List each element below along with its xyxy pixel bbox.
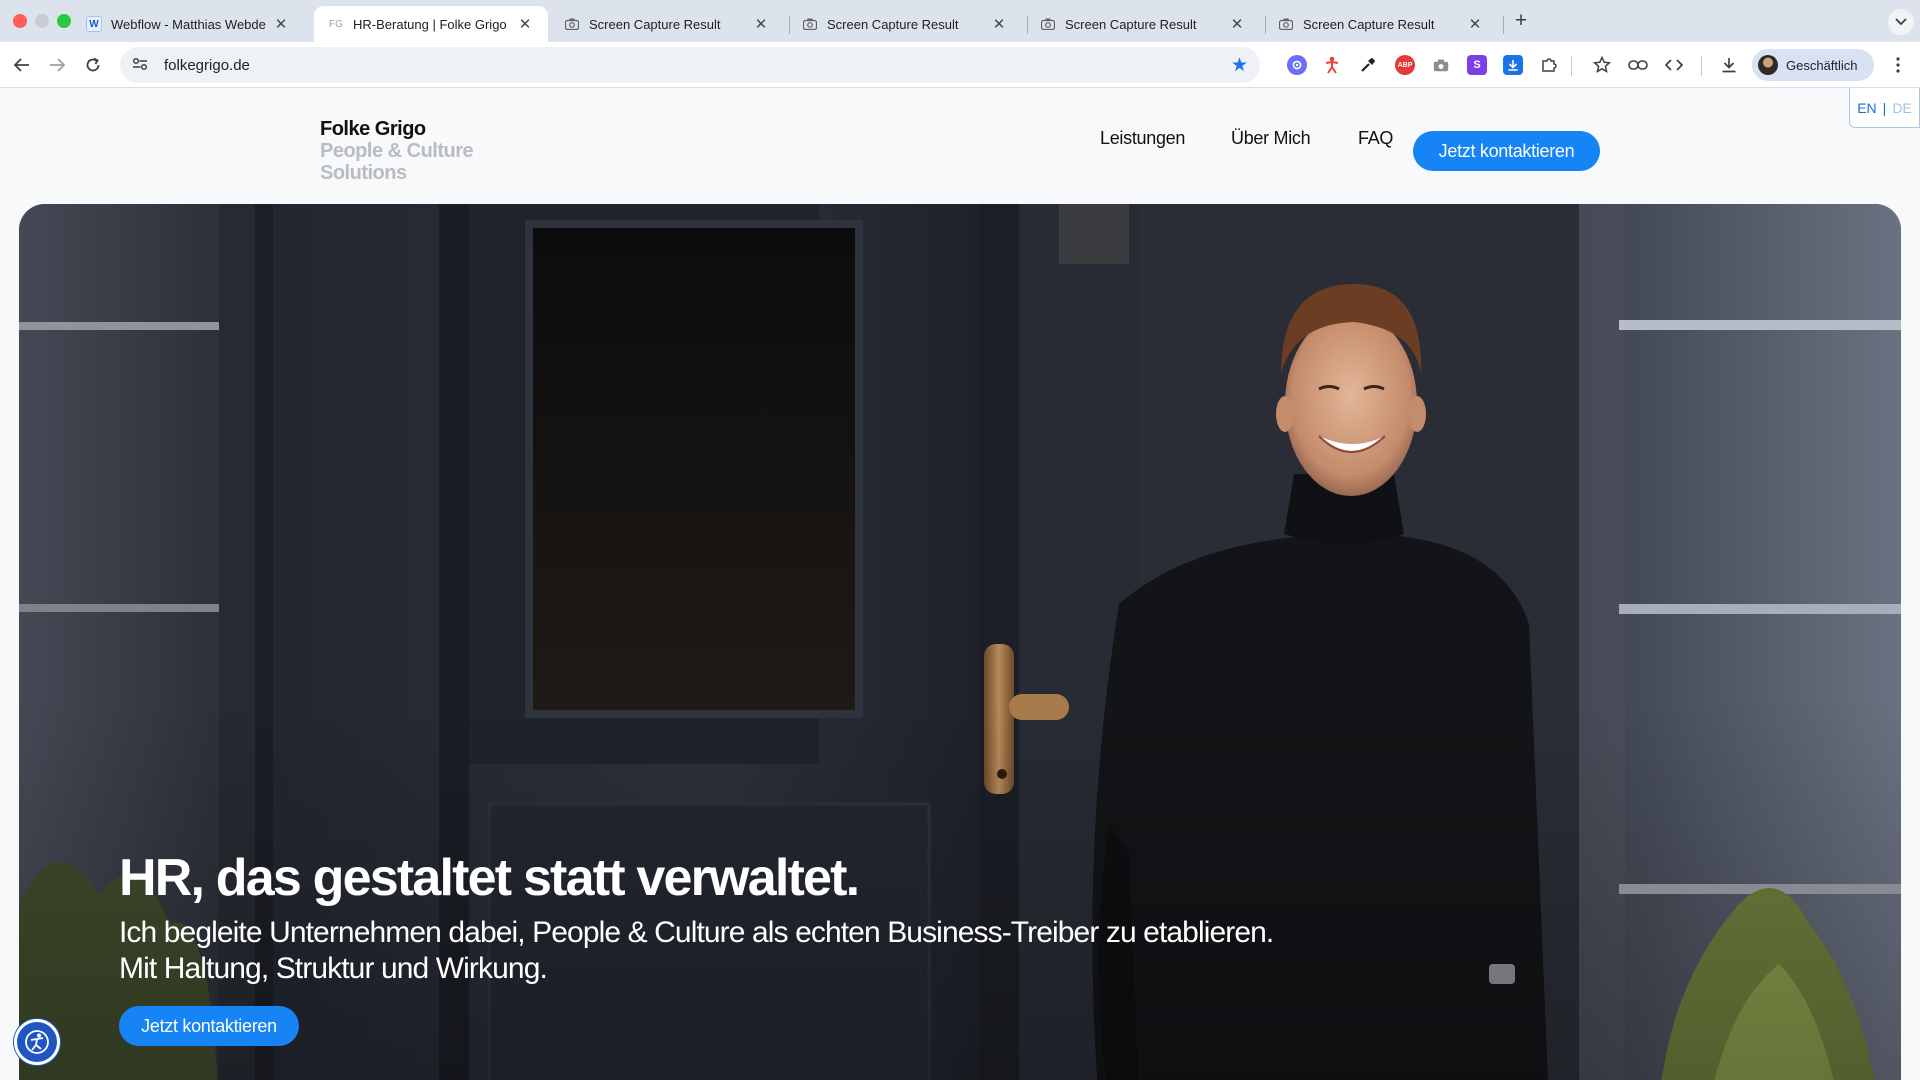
camera-icon <box>564 16 580 32</box>
code-icon[interactable] <box>1662 53 1686 77</box>
reload-icon <box>86 57 100 72</box>
nav-link-ueber-mich[interactable]: Über Mich <box>1231 128 1311 149</box>
close-icon[interactable]: ✕ <box>272 15 290 33</box>
tab-search-button[interactable] <box>1888 9 1914 35</box>
close-icon[interactable]: ✕ <box>752 15 770 33</box>
logo-line-tagline: People & Culture <box>320 140 474 162</box>
accessibility-button[interactable] <box>14 1019 60 1065</box>
reload-button[interactable] <box>78 50 108 80</box>
close-icon[interactable]: ✕ <box>1228 15 1246 33</box>
more-vertical-icon <box>1896 57 1900 73</box>
bookmark-star-icon[interactable]: ★ <box>1231 54 1248 77</box>
tab-title: Webflow - Matthias Webdesign <box>111 16 266 32</box>
url-text: folkegrigo.de <box>164 56 250 74</box>
profile-name: Geschäftlich <box>1786 57 1858 73</box>
site-settings-icon[interactable] <box>132 57 152 74</box>
toolbar-divider <box>1571 56 1572 76</box>
close-icon[interactable]: ✕ <box>1466 15 1484 33</box>
arrow-right-icon <box>50 58 65 72</box>
close-icon[interactable]: ✕ <box>516 15 534 33</box>
language-switcher: EN | DE <box>1849 88 1920 128</box>
chevron-down-icon <box>1895 18 1907 26</box>
language-en-link[interactable]: EN <box>1857 100 1876 116</box>
tab-screen-capture-1[interactable]: Screen Capture Result ✕ <box>550 6 784 42</box>
hero-contact-button[interactable]: Jetzt kontaktieren <box>119 1006 299 1046</box>
logo-line-tagline: Solutions <box>320 162 407 184</box>
tab-webflow[interactable]: W Webflow - Matthias Webdesign ✕ <box>72 6 304 42</box>
back-button[interactable] <box>7 50 37 80</box>
language-de-link[interactable]: DE <box>1892 100 1911 116</box>
nav-link-leistungen[interactable]: Leistungen <box>1100 128 1185 149</box>
hero-headline: HR, das gestaltet statt verwaltet. <box>119 849 860 907</box>
language-separator: | <box>1882 99 1887 116</box>
extension-s-icon[interactable]: S <box>1467 55 1487 75</box>
contact-button[interactable]: Jetzt kontaktieren <box>1413 131 1600 171</box>
adblock-icon[interactable]: ABP <box>1395 55 1415 75</box>
avatar <box>1758 55 1778 75</box>
bookmarks-star-icon[interactable] <box>1590 53 1614 77</box>
new-tab-button[interactable]: + <box>1508 8 1534 34</box>
link-icon[interactable] <box>1626 53 1650 77</box>
eyedropper-icon[interactable] <box>1358 55 1378 75</box>
minimize-window-button[interactable] <box>35 14 49 28</box>
camera-icon <box>1040 16 1056 32</box>
close-window-button[interactable] <box>13 14 27 28</box>
folke-grigo-favicon: FG <box>329 18 343 30</box>
address-bar[interactable]: folkegrigo.de ★ <box>120 47 1260 83</box>
accessibility-icon <box>25 1030 49 1054</box>
browser-toolbar: folkegrigo.de ★ ABP S Geschäftlich <box>0 42 1920 88</box>
close-icon[interactable]: ✕ <box>990 15 1008 33</box>
forward-button[interactable] <box>42 50 72 80</box>
screen-capture-icon[interactable] <box>1431 55 1451 75</box>
maximize-window-button[interactable] <box>57 14 71 28</box>
tab-screen-capture-3[interactable]: Screen Capture Result ✕ <box>1026 6 1260 42</box>
extension-figure-icon[interactable] <box>1322 55 1342 75</box>
logo-line-name: Folke Grigo <box>320 118 426 140</box>
tab-screen-capture-2[interactable]: Screen Capture Result ✕ <box>788 6 1022 42</box>
extensions-puzzle-icon[interactable] <box>1537 53 1561 77</box>
extension-gear-icon[interactable] <box>1287 55 1307 75</box>
hero-subheadline: Ich begleite Unternehmen dabei, People &… <box>119 915 1419 987</box>
website-viewport: Folke Grigo People & Culture Solutions L… <box>0 88 1920 1080</box>
camera-icon <box>1278 16 1294 32</box>
profile-button[interactable]: Geschäftlich <box>1752 49 1874 81</box>
tab-folke-grigo[interactable]: FG HR-Beratung | Folke Grigo People & Cu… <box>314 6 548 42</box>
hero-subheadline-line: Mit Haltung, Struktur und Wirkung. <box>119 952 548 985</box>
browser-tab-bar: W Webflow - Matthias Webdesign ✕ FG HR-B… <box>0 0 1920 42</box>
hero-subheadline-line: Ich begleite Unternehmen dabei, People &… <box>119 916 1274 949</box>
arrow-left-icon <box>14 58 29 72</box>
hero-section: HR, das gestaltet statt verwaltet. Ich b… <box>19 204 1901 1080</box>
tab-title: Screen Capture Result <box>1065 16 1197 32</box>
toolbar-divider <box>1701 56 1702 76</box>
webflow-icon: W <box>86 16 102 32</box>
tab-title: Screen Capture Result <box>589 16 721 32</box>
download-extension-icon[interactable] <box>1503 55 1523 75</box>
tab-screen-capture-4[interactable]: Screen Capture Result ✕ <box>1264 6 1498 42</box>
camera-icon <box>802 16 818 32</box>
tab-divider <box>1503 16 1504 34</box>
tab-title: Screen Capture Result <box>1303 16 1435 32</box>
downloads-icon[interactable] <box>1717 53 1741 77</box>
site-logo[interactable]: Folke Grigo People & Culture Solutions <box>320 118 474 184</box>
tab-title: HR-Beratung | Folke Grigo People & Cultu… <box>353 16 510 32</box>
nav-link-faq[interactable]: FAQ <box>1358 128 1393 149</box>
tab-title: Screen Capture Result <box>827 16 959 32</box>
browser-menu-button[interactable] <box>1886 53 1910 77</box>
